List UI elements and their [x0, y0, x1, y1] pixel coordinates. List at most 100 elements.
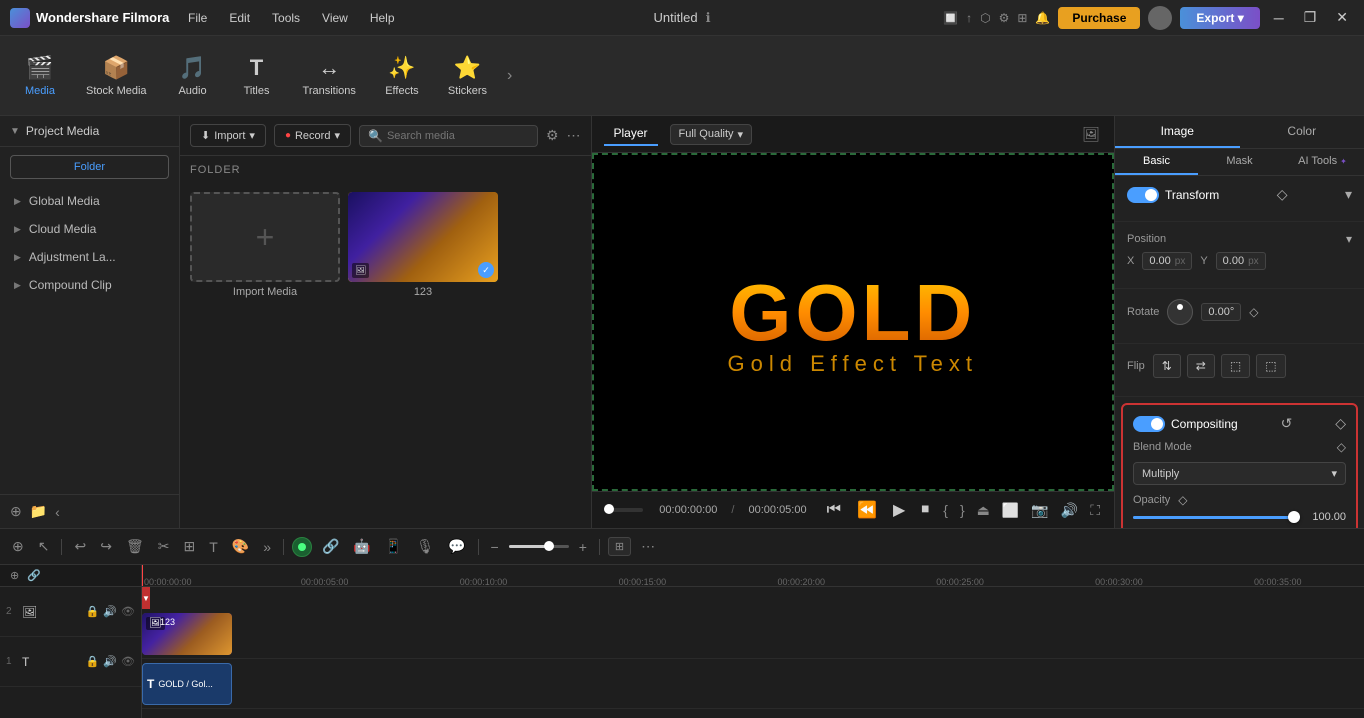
tl-attach-button[interactable]: ⊕ — [6, 567, 23, 584]
compositing-reset-icon[interactable]: ↺ — [1281, 415, 1293, 432]
toolbar-titles[interactable]: T Titles — [227, 49, 287, 103]
panel-collapse-button[interactable]: ‹ — [55, 504, 60, 520]
rotate-value-input[interactable]: 0.00° — [1201, 303, 1241, 321]
position-expand-icon[interactable]: ▾ — [1346, 232, 1352, 246]
flip-4[interactable]: ⬚ — [1256, 354, 1285, 378]
menu-help[interactable]: Help — [360, 7, 405, 29]
tl-grid-view-button[interactable]: ⊞ — [608, 537, 631, 556]
prev-frame-button[interactable]: ⏮ — [823, 499, 845, 521]
folder-action-button[interactable]: 📁 — [30, 503, 47, 520]
icon-store[interactable]: ⬡ — [980, 11, 990, 25]
folder-button[interactable]: Folder — [10, 155, 169, 179]
import-thumb[interactable]: + — [190, 192, 340, 282]
pos-y-input[interactable]: 0.00 px — [1216, 252, 1266, 270]
tl-link2-button[interactable]: 🔗 — [23, 567, 45, 584]
flip-3[interactable]: ⬚ — [1221, 354, 1250, 378]
subtab-mask[interactable]: Mask — [1198, 149, 1281, 175]
flip-vertical-button[interactable]: ⇄ — [1187, 354, 1215, 378]
tl-ai-clip-button[interactable]: 🤖 — [349, 536, 374, 557]
import-button[interactable]: ⬇ Import ▾ — [190, 124, 266, 147]
track-1-lock-button[interactable]: 🔒 — [86, 655, 100, 668]
tl-more2-icon[interactable]: ⋯ — [637, 536, 659, 557]
in-point-button[interactable]: { — [941, 500, 950, 520]
tl-zoom-out-button[interactable]: − — [487, 537, 503, 557]
icon-minimize-window[interactable]: 🔲 — [943, 11, 958, 25]
sidebar-item-adjustment-la[interactable]: ▶ Adjustment La... — [0, 243, 179, 271]
tl-delete-button[interactable]: 🗑 — [122, 536, 148, 557]
sidebar-item-compound-clip[interactable]: ▶ Compound Clip — [0, 271, 179, 299]
out-point-button[interactable]: } — [958, 500, 967, 520]
toolbar-more-arrow[interactable]: › — [503, 67, 516, 85]
toolbar-audio[interactable]: 🎵 Audio — [163, 49, 223, 103]
tl-select-button[interactable]: ↖ — [34, 536, 54, 557]
mark-button[interactable]: ⏏ — [975, 500, 992, 521]
split-view-button[interactable]: ⬜ — [1000, 500, 1021, 521]
flip-horizontal-button[interactable]: ⇅ — [1153, 354, 1181, 378]
quality-select[interactable]: Full Quality ▾ — [670, 124, 753, 145]
filter-icon[interactable]: ⚙ — [546, 127, 559, 144]
progress-bar[interactable] — [604, 508, 644, 512]
track-2-hide-button[interactable]: 👁 — [121, 605, 135, 618]
avatar[interactable] — [1148, 6, 1172, 30]
icon-notification[interactable]: 🔔 — [1035, 11, 1050, 25]
tl-crop-button[interactable]: ⊞ — [179, 536, 199, 557]
menu-tools[interactable]: Tools — [262, 7, 310, 29]
zoom-slider[interactable] — [509, 545, 569, 548]
tl-audio-button[interactable]: 🎙 — [412, 536, 438, 557]
track-1-mute-button[interactable]: 🔊 — [103, 655, 117, 668]
tl-more-button[interactable]: » — [259, 537, 275, 557]
tab-player[interactable]: Player — [604, 122, 658, 146]
track-row-1[interactable]: T GOLD / Gol... — [142, 659, 1364, 709]
blend-mode-diamond-icon[interactable]: ◇ — [1337, 440, 1346, 454]
tab-color[interactable]: Color — [1240, 116, 1364, 148]
rotate-angle-control[interactable] — [1167, 299, 1193, 325]
rotate-diamond-icon[interactable]: ◇ — [1249, 305, 1258, 319]
compositing-diamond-icon[interactable]: ◇ — [1335, 415, 1346, 432]
track-2-mute-button[interactable]: 🔊 — [103, 605, 117, 618]
track-row-2[interactable]: 🖼 123 — [142, 609, 1364, 659]
video-clip[interactable]: 🖼 123 — [142, 613, 232, 655]
text-clip[interactable]: T GOLD / Gol... — [142, 663, 232, 705]
add-folder-button[interactable]: ⊕ — [10, 503, 22, 520]
sidebar-item-global-media[interactable]: ▶ Global Media — [0, 187, 179, 215]
pos-x-input[interactable]: 0.00 px — [1142, 252, 1192, 270]
purchase-button[interactable]: Purchase — [1058, 7, 1140, 29]
more-icon[interactable]: ⋯ — [567, 127, 581, 144]
compositing-toggle[interactable]: Compositing — [1133, 416, 1238, 432]
icon-share[interactable]: ↑ — [966, 11, 972, 25]
toolbar-transitions[interactable]: ↔ Transitions — [291, 49, 368, 103]
menu-view[interactable]: View — [312, 7, 358, 29]
tl-color-button[interactable]: 🎨 — [228, 536, 253, 557]
media-item-123[interactable]: 🖼 ✓ 123 — [348, 192, 498, 520]
icon-plugin[interactable]: ⚙ — [999, 11, 1010, 25]
player-snapshot-button[interactable]: 🖼 — [1080, 124, 1102, 145]
tl-subtitle-button[interactable]: 💬 — [444, 536, 469, 557]
menu-edit[interactable]: Edit — [219, 7, 260, 29]
toolbar-stock-media[interactable]: 📦 Stock Media — [74, 49, 159, 103]
subtab-ai-tools[interactable]: AI Tools ✦ — [1281, 149, 1364, 175]
tl-add-track-button[interactable]: ⊕ — [8, 536, 28, 557]
play-button[interactable]: ▶ — [889, 498, 909, 522]
close-button[interactable]: ✕ — [1330, 9, 1354, 26]
tl-undo-button[interactable]: ↩ — [70, 536, 90, 557]
transform-diamond-icon[interactable]: ◇ — [1277, 186, 1288, 203]
minimize-button[interactable]: ─ — [1268, 10, 1290, 26]
export-button[interactable]: Export ▾ — [1180, 7, 1259, 29]
volume-button[interactable]: 🔊 — [1059, 500, 1080, 521]
search-box[interactable]: 🔍 — [359, 125, 538, 147]
fullscreen-button[interactable]: ⛶ — [1088, 500, 1102, 521]
media-item-import[interactable]: + Import Media — [190, 192, 340, 520]
track-1-hide-button[interactable]: 👁 — [121, 655, 135, 668]
tl-cut-button[interactable]: ✂ — [154, 536, 174, 557]
toolbar-media[interactable]: 🎬 Media — [10, 49, 70, 103]
toolbar-effects[interactable]: ✨ Effects — [372, 49, 432, 103]
opacity-slider[interactable] — [1133, 516, 1300, 519]
tl-text-button[interactable]: T — [205, 537, 222, 557]
tl-redo-button[interactable]: ↪ — [96, 536, 116, 557]
restore-button[interactable]: ❐ — [1298, 9, 1323, 26]
tl-link-button[interactable]: 🔗 — [318, 536, 343, 557]
stop-button[interactable]: ⏹ — [917, 499, 933, 521]
transform-toggle-switch[interactable] — [1127, 187, 1159, 203]
toolbar-stickers[interactable]: ⭐ Stickers — [436, 49, 499, 103]
tl-screen-record-button[interactable]: 📱 — [381, 536, 406, 557]
